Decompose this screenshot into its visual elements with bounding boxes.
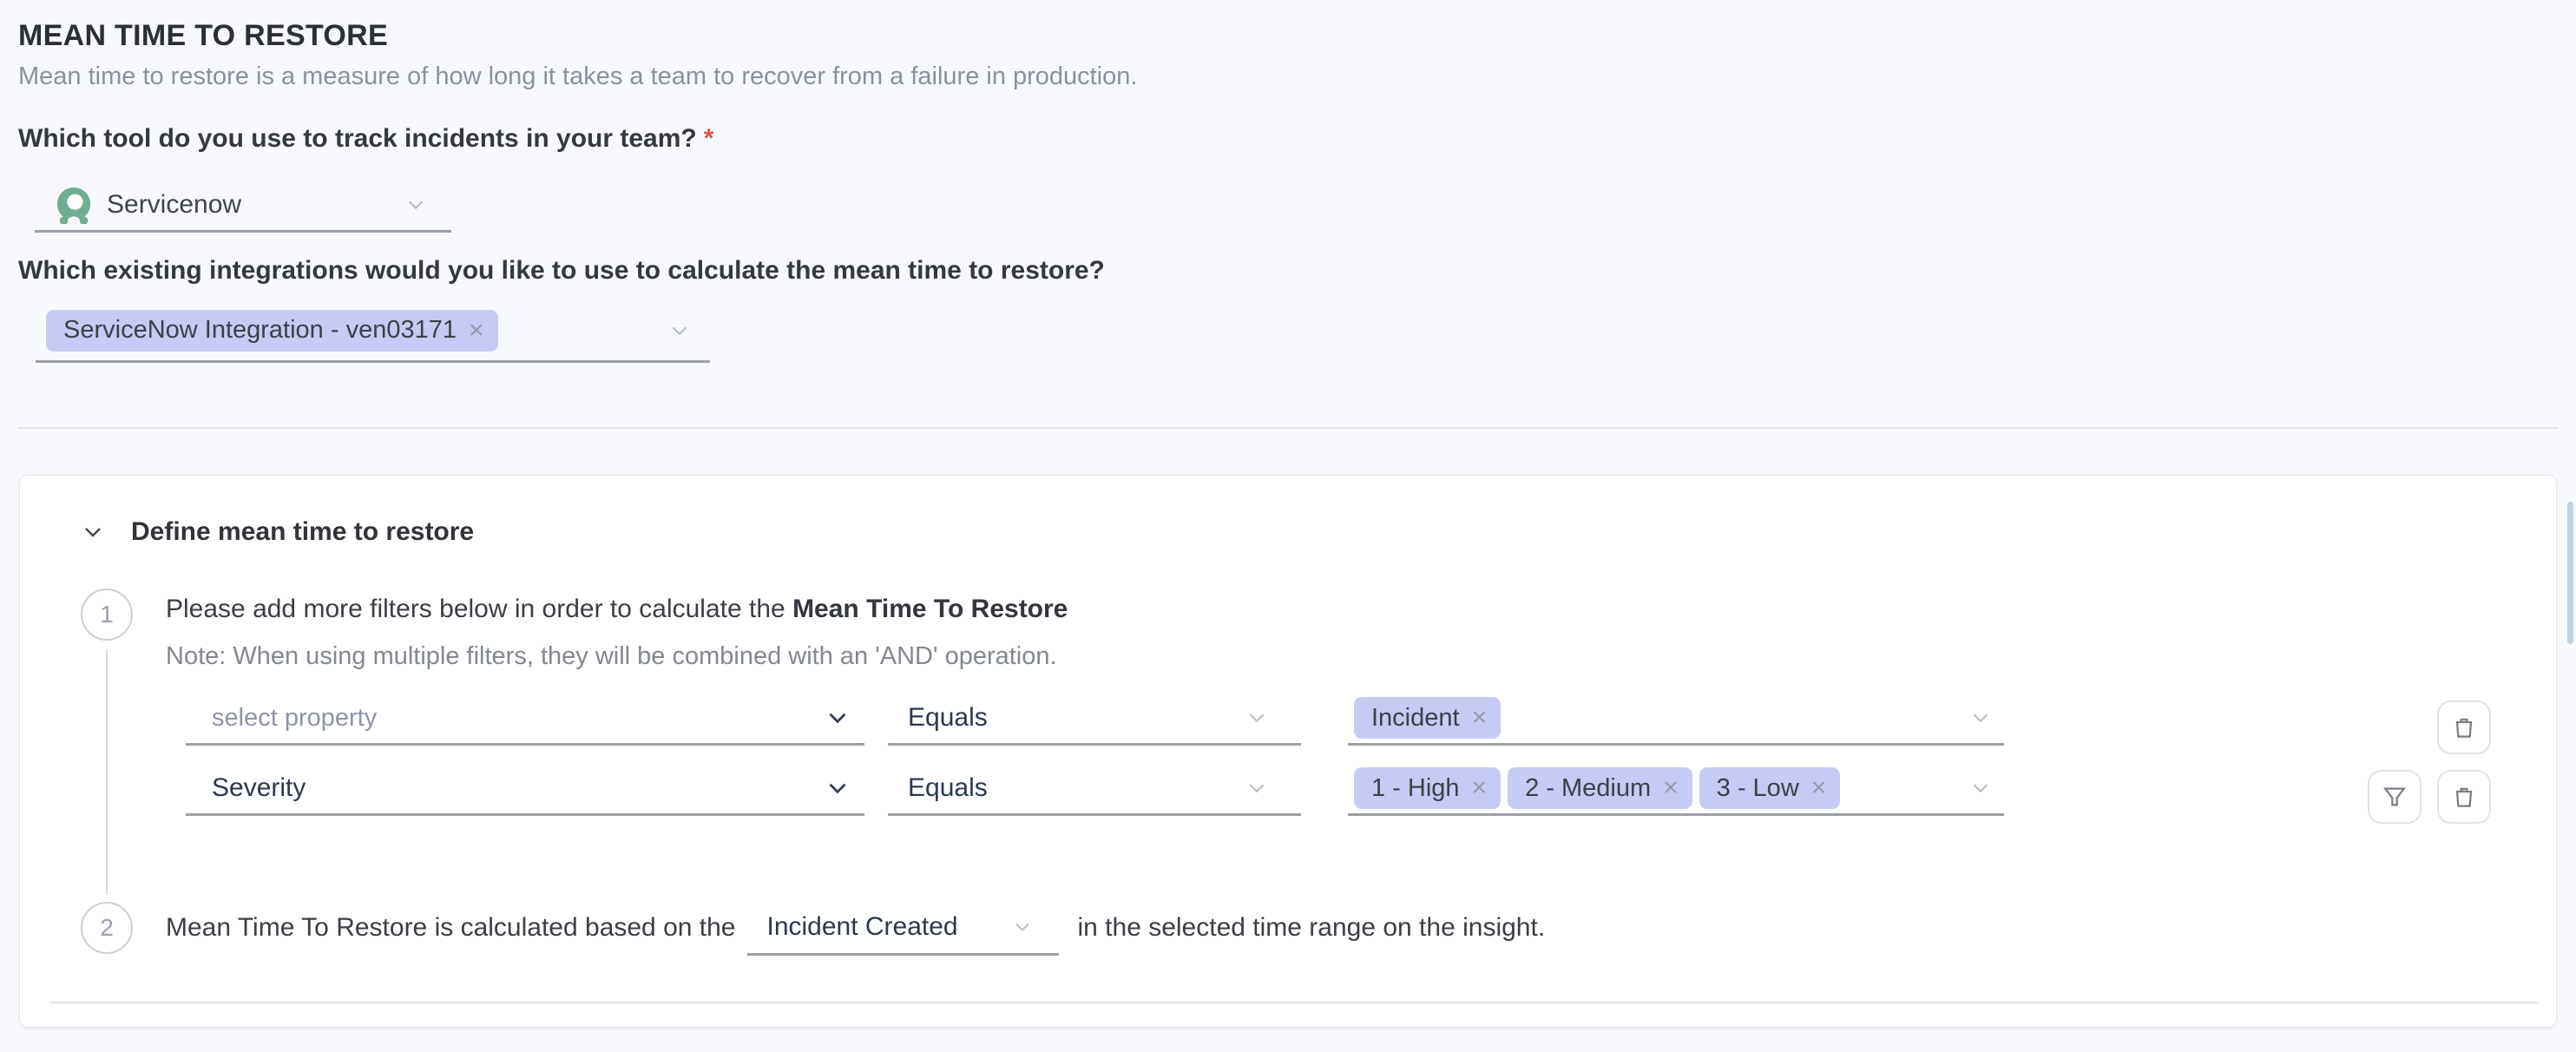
operator-select[interactable]: Equals <box>888 763 1301 816</box>
step-2-sentence: Mean Time To Restore is calculated based… <box>166 900 1545 956</box>
chevron-down-icon[interactable] <box>823 773 852 803</box>
chevron-down-icon[interactable] <box>823 703 852 733</box>
integration-chip: ServiceNow Integration - ven03171 × <box>46 310 498 352</box>
value-chip: 1 - High × <box>1354 767 1501 809</box>
value-chip-label: 2 - Medium <box>1525 774 1651 803</box>
property-select-placeholder: select property <box>212 704 377 733</box>
scrollbar-thumb[interactable] <box>2567 502 2573 644</box>
tool-select[interactable]: Servicenow <box>35 179 451 233</box>
values-select[interactable]: 1 - High × 2 - Medium × 3 - Low × <box>1348 763 2004 816</box>
step-1-number: 1 <box>100 601 114 628</box>
value-chip: 2 - Medium × <box>1508 767 1692 809</box>
step-1-text-bold: Mean Time To Restore <box>792 595 1068 623</box>
step-1-text: Please add more filters below in order t… <box>166 595 792 623</box>
step-1-instruction: Please add more filters below in order t… <box>166 595 1068 624</box>
trash-icon <box>2450 783 2478 811</box>
remove-chip-icon[interactable]: × <box>1472 705 1488 731</box>
card-footer-divider <box>49 1002 2539 1003</box>
timestamp-select-value: Incident Created <box>766 912 957 942</box>
servicenow-logo-icon <box>56 186 92 224</box>
timestamp-select[interactable]: Incident Created <box>747 900 1059 956</box>
chevron-down-icon[interactable] <box>1968 775 1994 801</box>
step-2-text-suffix: in the selected time range on the insigh… <box>1077 913 1545 943</box>
advanced-filter-button[interactable] <box>2368 770 2422 824</box>
integration-chip-label: ServiceNow Integration - ven03171 <box>63 316 457 345</box>
step-2-badge: 2 <box>81 902 133 954</box>
collapse-chevron-icon[interactable] <box>79 518 107 546</box>
delete-filter-button[interactable] <box>2437 770 2491 824</box>
remove-chip-icon[interactable]: × <box>1811 775 1827 801</box>
page-subtitle: Mean time to restore is a measure of how… <box>18 62 1138 91</box>
value-chip: 3 - Low × <box>1699 767 1841 809</box>
property-select[interactable]: Severity <box>186 763 864 816</box>
card-header[interactable]: Define mean time to restore <box>79 517 474 547</box>
define-mttr-card: Define mean time to restore 1 Please add… <box>19 475 2557 1028</box>
chevron-down-icon[interactable] <box>1968 705 1994 731</box>
step-2-number: 2 <box>100 914 114 942</box>
remove-chip-icon[interactable]: × <box>1663 775 1679 801</box>
funnel-icon <box>2381 783 2408 811</box>
step-1-note: Note: When using multiple filters, they … <box>166 642 1057 671</box>
chevron-down-icon[interactable] <box>1244 775 1270 801</box>
remove-chip-icon[interactable]: × <box>1472 775 1488 801</box>
property-select-value: Severity <box>212 773 306 803</box>
integrations-select[interactable]: ServiceNow Integration - ven03171 × <box>36 300 710 363</box>
tool-question-text: Which tool do you use to track incidents… <box>18 124 697 153</box>
chevron-down-icon[interactable] <box>1244 705 1270 731</box>
operator-select-value: Equals <box>908 703 988 733</box>
values-select[interactable]: Incident × <box>1348 693 2004 746</box>
tool-question-label: Which tool do you use to track incidents… <box>18 124 713 154</box>
step-1-badge: 1 <box>81 588 133 641</box>
chevron-down-icon[interactable] <box>1010 915 1035 939</box>
filter-row: Severity Equals 1 - High × 2 - Medium × … <box>186 763 2004 816</box>
remove-chip-icon[interactable]: × <box>469 318 484 344</box>
integrations-question-label: Which existing integrations would you li… <box>18 256 1105 286</box>
delete-filter-button[interactable] <box>2437 700 2491 754</box>
operator-select-value: Equals <box>908 773 988 803</box>
operator-select[interactable]: Equals <box>888 693 1301 746</box>
chevron-down-icon[interactable] <box>403 192 429 218</box>
tool-select-value: Servicenow <box>107 190 241 220</box>
required-asterisk: * <box>704 124 714 153</box>
value-chip-label: 3 - Low <box>1717 774 1799 803</box>
value-chip: Incident × <box>1354 697 1501 739</box>
section-divider <box>17 427 2559 429</box>
page-title: MEAN TIME TO RESTORE <box>18 19 388 53</box>
chevron-down-icon[interactable] <box>667 318 693 344</box>
step-2-text-prefix: Mean Time To Restore is calculated based… <box>166 913 735 943</box>
filter-row: select property Equals Incident × <box>186 693 2004 746</box>
step-connector-line <box>106 649 108 895</box>
value-chip-label: Incident <box>1371 704 1460 733</box>
property-select[interactable]: select property <box>186 693 864 746</box>
value-chip-label: 1 - High <box>1371 774 1460 803</box>
trash-icon <box>2450 713 2478 741</box>
card-title: Define mean time to restore <box>131 517 474 547</box>
